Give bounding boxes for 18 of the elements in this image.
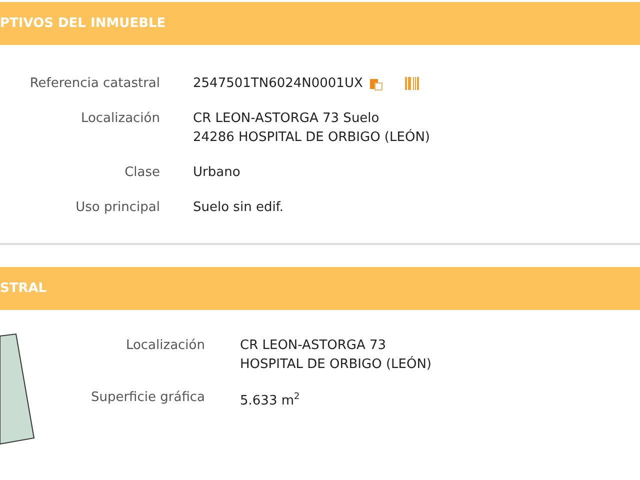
- field-value: 2547501TN6024N0001UX: [193, 75, 363, 93]
- field-value: HOSPITAL DE ORBIGO (LEÓN): [240, 355, 432, 374]
- field-label: Localización: [80, 110, 160, 128]
- field-value: Suelo sin edif.: [193, 199, 284, 217]
- section-title: STRAL: [0, 281, 47, 296]
- barcode-icon[interactable]: [404, 77, 419, 90]
- copy-icon[interactable]: [368, 76, 383, 90]
- field-value: 24286 HOSPITAL DE ORBIGO (LEÓN): [193, 128, 430, 147]
- field-label: Superficie gráfica: [90, 389, 205, 407]
- field-label: Clase: [124, 164, 160, 182]
- field-value: Urbano: [193, 164, 240, 182]
- field-label: Localización: [126, 337, 205, 355]
- field-value: 5.633 m$^{2}$: [240, 391, 300, 410]
- section-title: PTIVOS DEL INMUEBLE: [0, 16, 166, 31]
- field-label: Uso principal: [76, 199, 160, 217]
- field-value: CR LEON-ASTORGA 73: [240, 337, 386, 355]
- field-label: Referencia catastral: [30, 75, 160, 93]
- field-value: CR LEON-ASTORGA 73 Suelo: [193, 110, 380, 128]
